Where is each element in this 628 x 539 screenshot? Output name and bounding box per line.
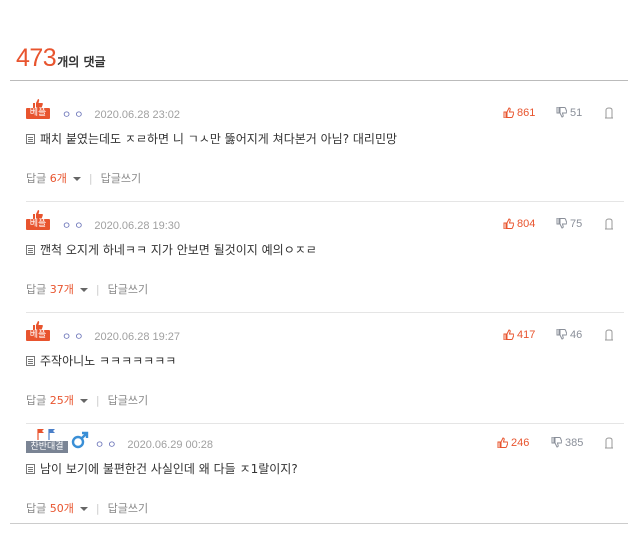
dislike-count: 385 [565,437,584,449]
reply-count: 50개 [49,502,74,515]
author-nickname[interactable]: ㅇㅇ [95,440,119,451]
chevron-down-icon [79,507,88,511]
comment-text: 주작아니노 ㅋㅋㅋㅋㅋㅋㅋ [40,354,177,368]
comment-item: 베플 ㅇㅇ 2020.06.28 23:02 861 51 패치 붙였는데도 ㅈㄹ… [10,91,628,202]
best-badge-label: 베플 [26,330,50,341]
reply-toggle[interactable]: 답글 37개 [26,283,88,296]
write-reply-button[interactable]: 답글쓰기 [108,394,148,407]
like-button[interactable]: 246 [497,437,529,449]
best-badge: 베플 [26,210,50,232]
comment-text: 남이 보기에 불편한건 사실인데 왜 다들 ㅈ1랄이지? [40,462,298,476]
action-divider: | [95,283,100,296]
reply-prefix: 답글 [26,502,47,515]
comment-body: 깬척 오지게 하네ㅋㅋ 지가 안보면 될것이지 예의ㅇㅈㄹ [26,241,317,258]
report-icon[interactable] [604,218,614,230]
thumbs-down-icon [556,107,567,118]
action-divider: | [95,394,100,407]
author-nickname[interactable]: ㅇㅇ [62,110,86,121]
report-icon[interactable] [604,329,614,341]
like-button[interactable]: 804 [503,218,535,230]
dislike-count: 75 [570,218,583,230]
thumbs-down-icon [556,218,567,229]
reply-count: 25개 [49,394,74,407]
action-divider: | [95,502,100,515]
comment-text: 깬척 오지게 하네ㅋㅋ 지가 안보면 될것이지 예의ㅇㅈㄹ [40,243,317,257]
best-badge: 베플 [26,99,50,121]
footer-divider [10,523,628,524]
dislike-button[interactable]: 75 [556,218,582,230]
like-count: 417 [517,329,536,341]
comment-meta: ㅇㅇ 2020.06.29 00:28 [95,436,213,451]
document-icon [26,245,35,255]
comment-header: 473개의 댓글 [16,44,106,74]
document-icon [26,356,35,366]
comment-text: 패치 붙였는데도 ㅈㄹ하면 니 ㄱㅅ만 뚫어지게 쳐다본거 아님? 대리민망 [40,132,398,146]
comment-date: 2020.06.28 19:30 [94,220,181,232]
comment-item: 베플 ㅇㅇ 2020.06.28 19:27 417 46 주작아니노 ㅋㅋㅋㅋㅋ… [10,313,628,424]
chevron-down-icon [79,288,88,292]
comment-actions: 답글 25개 | 답글쓰기 [26,392,148,408]
flags-icon [37,429,55,440]
write-reply-button[interactable]: 답글쓰기 [101,172,141,185]
male-icon [71,431,89,449]
reply-prefix: 답글 [26,172,47,185]
comment-actions: 답글 37개 | 답글쓰기 [26,281,148,297]
thumbs-up-icon [503,218,514,229]
like-count: 861 [517,107,536,119]
comment-count-label: 개의 댓글 [57,55,106,69]
reply-count: 6개 [49,172,67,185]
reply-count: 37개 [49,283,74,296]
chevron-down-icon [72,177,81,181]
dislike-button[interactable]: 385 [551,437,583,449]
comment-actions: 답글 50개 | 답글쓰기 [26,500,148,516]
report-icon[interactable] [604,107,614,119]
comment-count: 473 [16,44,57,72]
chevron-down-icon [79,399,88,403]
debate-badge-label: 찬반대결 [26,441,68,453]
comment-meta: ㅇㅇ 2020.06.28 19:30 [62,217,180,232]
document-icon [26,464,35,474]
comment-date: 2020.06.29 00:28 [127,439,214,451]
comment-item: 찬반대결 ㅇㅇ 2020.06.29 00:28 246 385 남이 보기에 불… [10,421,628,532]
write-reply-button[interactable]: 답글쓰기 [108,283,148,296]
comment-date: 2020.06.28 23:02 [94,109,181,121]
dislike-button[interactable]: 51 [556,107,582,119]
thumbs-down-icon [556,329,567,340]
like-button[interactable]: 417 [503,329,535,341]
action-divider: | [88,172,93,185]
write-reply-button[interactable]: 답글쓰기 [108,502,148,515]
like-count: 246 [511,437,530,449]
thumbs-down-icon [551,437,562,448]
like-button[interactable]: 861 [503,107,535,119]
debate-badge: 찬반대결 [26,428,70,454]
comment-meta: ㅇㅇ 2020.06.28 19:27 [62,328,180,343]
reply-prefix: 답글 [26,283,47,296]
best-badge: 베플 [26,321,50,343]
like-count: 804 [517,218,536,230]
comment-item: 베플 ㅇㅇ 2020.06.28 19:30 804 75 깬척 오지게 하네ㅋㅋ… [10,202,628,313]
reply-toggle[interactable]: 답글 50개 [26,502,88,515]
document-icon [26,134,35,144]
thumbs-up-icon [497,437,508,448]
report-icon[interactable] [604,437,614,449]
comment-body: 남이 보기에 불편한건 사실인데 왜 다들 ㅈ1랄이지? [26,460,298,477]
dislike-count: 46 [570,329,583,341]
dislike-count: 51 [570,107,583,119]
comment-meta: ㅇㅇ 2020.06.28 23:02 [62,106,180,121]
header-divider [10,80,628,81]
thumbs-up-icon [503,107,514,118]
best-badge-label: 베플 [26,219,50,230]
author-nickname[interactable]: ㅇㅇ [62,332,86,343]
reply-prefix: 답글 [26,394,47,407]
comment-actions: 답글 6개 | 답글쓰기 [26,170,141,186]
reply-toggle[interactable]: 답글 25개 [26,394,88,407]
dislike-button[interactable]: 46 [556,329,582,341]
reply-toggle[interactable]: 답글 6개 [26,172,81,185]
thumbs-up-icon [503,329,514,340]
comment-body: 주작아니노 ㅋㅋㅋㅋㅋㅋㅋ [26,352,176,369]
comment-body: 패치 붙였는데도 ㅈㄹ하면 니 ㄱㅅ만 뚫어지게 쳐다본거 아님? 대리민망 [26,130,397,147]
best-badge-label: 베플 [26,108,50,119]
comment-date: 2020.06.28 19:27 [94,331,181,343]
author-nickname[interactable]: ㅇㅇ [62,221,86,232]
